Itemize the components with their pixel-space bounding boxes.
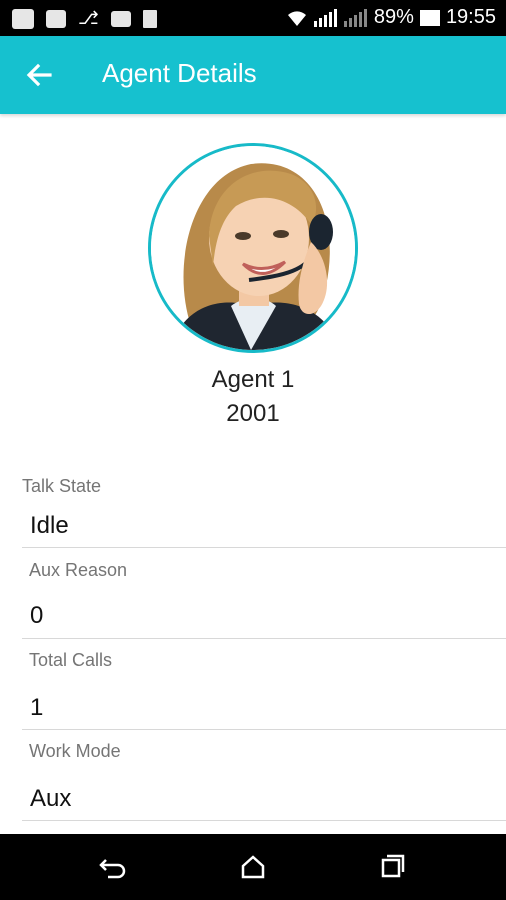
divider (22, 638, 506, 639)
clipboard-icon (142, 9, 157, 28)
home-icon (241, 855, 265, 879)
field-value-total-calls: 1 (30, 694, 44, 721)
status-bar: ⎇ 89% 19:55 (0, 0, 506, 36)
page-title: Agent Details (102, 58, 257, 88)
app-bar: Agent Details (0, 36, 506, 114)
arrow-left-icon (26, 63, 52, 87)
field-label-work-mode: Work Mode (29, 741, 121, 761)
divider (22, 820, 506, 821)
signal-icon (313, 8, 337, 27)
field-value-aux-reason: 0 (30, 602, 44, 629)
nav-recents-button[interactable] (378, 852, 408, 882)
agent-name: Agent 1 (211, 366, 295, 393)
battery-icon (419, 9, 440, 26)
app-notification-icon (12, 8, 34, 29)
agent-photo (151, 146, 355, 350)
field-value-talk-state: Idle (30, 512, 69, 539)
field-label-talk-state: Talk State (22, 476, 102, 496)
field-value-work-mode: Aux (30, 785, 72, 812)
nav-home-button[interactable] (238, 852, 268, 882)
signal-icon-secondary (343, 8, 367, 27)
field-label-aux-reason: Aux Reason (29, 560, 128, 580)
agent-extension: 2001 (226, 400, 280, 427)
screenshot-icon (110, 10, 131, 27)
divider (22, 729, 506, 730)
nav-back-button[interactable] (98, 852, 128, 882)
system-nav-bar (0, 834, 506, 900)
sim-card-icon (46, 9, 66, 28)
agent-avatar (148, 143, 358, 353)
usb-icon: ⎇ (78, 8, 99, 28)
back-button[interactable] (24, 60, 54, 90)
wifi-icon (287, 10, 306, 26)
divider (22, 547, 506, 548)
recents-icon (381, 854, 405, 878)
battery-percent: 89% (373, 6, 414, 28)
back-icon (99, 859, 126, 879)
clock: 19:55 (445, 6, 496, 28)
field-label-total-calls: Total Calls (29, 650, 113, 670)
